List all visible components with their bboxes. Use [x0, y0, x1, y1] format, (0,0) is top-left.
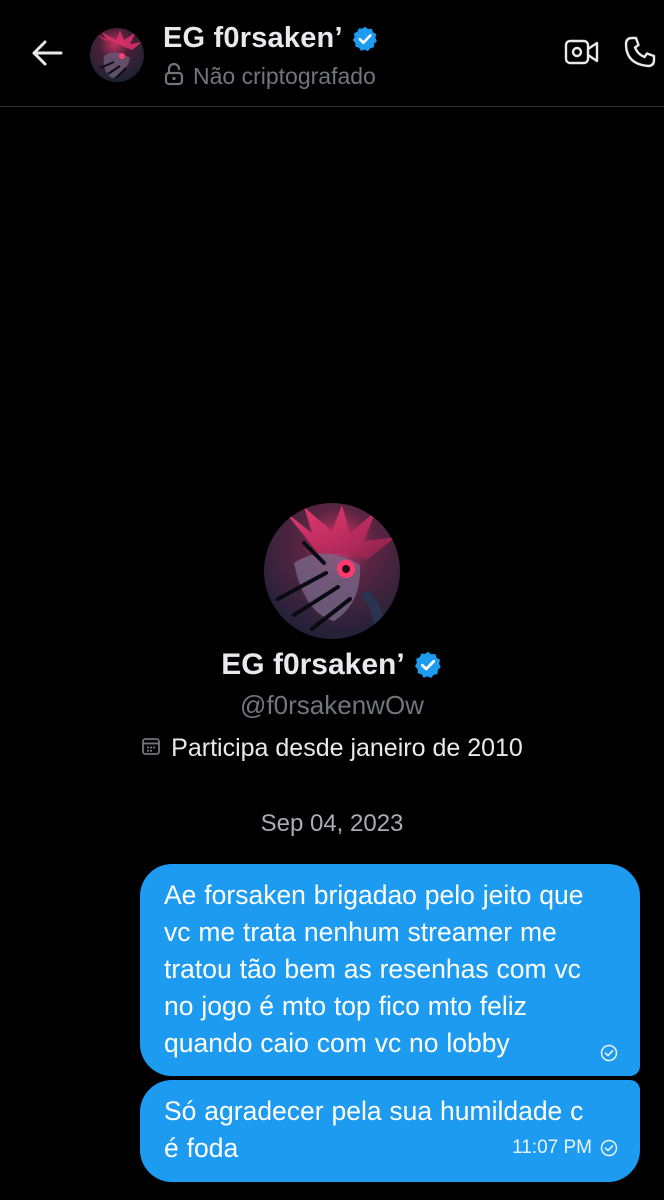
header-title-row: EG f0rsaken’ [163, 22, 379, 55]
header-title: EG f0rsaken’ [163, 22, 343, 54]
avatar[interactable] [90, 28, 144, 82]
voice-call-button[interactable] [618, 32, 662, 76]
date-divider: Sep 04, 2023 [260, 810, 404, 837]
message-line: Ae forsaken brigadao pelo jeito que [164, 880, 584, 910]
profile-joined-date: Participa desde janeiro de 2010 [171, 734, 523, 762]
message-line: quando caio com vc no lobby [164, 1028, 510, 1058]
unlocked-lock-icon [163, 62, 185, 91]
sent-check-icon [600, 1139, 618, 1157]
conversation-header: EG f0rsaken’ Não criptografado [0, 0, 664, 107]
message-text: Ae forsaken brigadao pelo jeito que vc m… [164, 877, 618, 1062]
calendar-icon [141, 736, 161, 761]
encryption-status-row: Não criptografado [163, 62, 376, 91]
message-line: no jogo é mto top fico mto feliz [164, 991, 527, 1021]
message-timestamp: 11:07 PM [512, 1137, 592, 1158]
profile-name: EG f0rsaken’ [221, 648, 405, 681]
profile-handle[interactable]: @f0rsakenwOw [0, 690, 664, 721]
video-call-button[interactable] [560, 34, 604, 74]
message-line: tratou tão bem as resenhas com vc [164, 954, 581, 984]
phone-icon [623, 35, 657, 74]
message-line: Só agradecer pela sua humildade c [164, 1096, 584, 1126]
sent-check-icon [600, 1044, 618, 1062]
message-meta: 11:07 PM [512, 1129, 618, 1166]
verified-badge-icon [351, 25, 379, 53]
encryption-status: Não criptografado [193, 63, 376, 89]
message-bubble[interactable]: Ae forsaken brigadao pelo jeito que vc m… [140, 864, 640, 1076]
profile-name-row: EG f0rsaken’ [0, 648, 664, 682]
verified-badge-icon [413, 650, 443, 680]
video-camera-icon [564, 38, 600, 71]
arrow-left-icon [31, 39, 63, 72]
profile-avatar[interactable] [264, 503, 400, 639]
message-bubble[interactable]: Só agradecer pela sua humildade c é foda… [140, 1080, 640, 1182]
profile-joined-row: Participa desde janeiro de 2010 [0, 734, 664, 763]
back-button[interactable] [24, 32, 70, 78]
message-line: vc me trata nenhum streamer me [164, 917, 557, 947]
